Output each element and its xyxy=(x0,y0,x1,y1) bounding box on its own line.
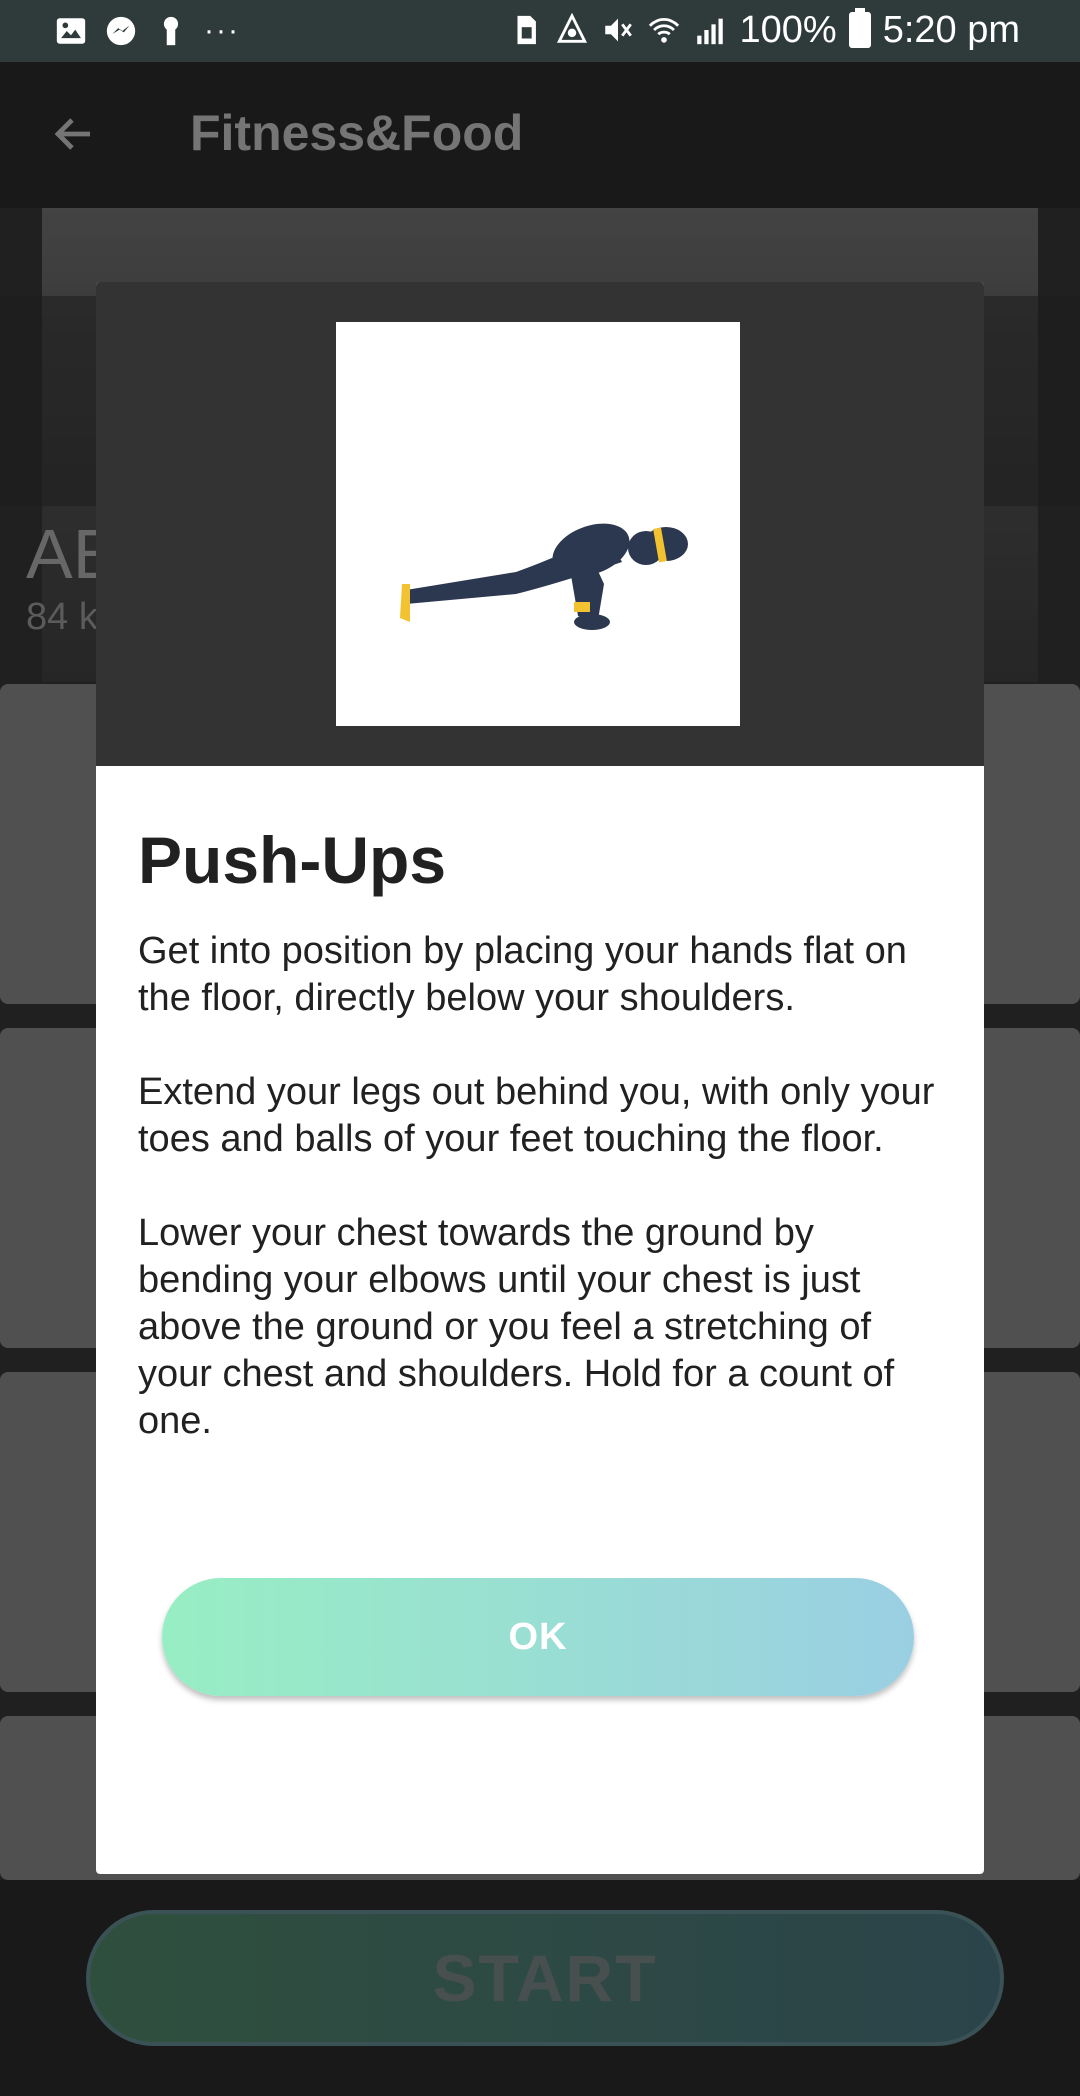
instruction-paragraph: Get into position by placing your hands … xyxy=(138,930,907,1019)
dialog-header xyxy=(96,282,984,766)
status-bar: ··· 100% 5:20 pm xyxy=(0,0,1080,62)
ok-button[interactable]: OK xyxy=(162,1578,914,1696)
instruction-paragraph: Lower your chest towards the ground by b… xyxy=(138,1212,895,1442)
signal-icon xyxy=(697,18,724,45)
exercise-dialog: Push-Ups Get into position by placing yo… xyxy=(96,282,984,1874)
battery-icon xyxy=(848,8,871,48)
keyhole-icon xyxy=(163,16,179,46)
notification-icons: ··· xyxy=(54,12,240,50)
dialog-body: Get into position by placing your hands … xyxy=(138,928,948,1492)
mute-icon xyxy=(605,18,633,42)
gallery-icon xyxy=(56,18,86,44)
dialog-title: Push-Ups xyxy=(138,823,447,897)
data-saver-icon xyxy=(557,13,588,43)
overflow-dots: ··· xyxy=(204,14,240,47)
instruction-paragraph: Extend your legs out behind you, with on… xyxy=(138,1071,935,1160)
push-up-figure-icon xyxy=(400,523,688,630)
system-icons: 100% 5:20 pm xyxy=(509,8,1020,52)
wifi-icon xyxy=(649,17,680,43)
sim-icon xyxy=(517,15,537,45)
clock: 5:20 pm xyxy=(882,8,1020,51)
battery-percent: 100% xyxy=(739,8,837,51)
exercise-illustration xyxy=(336,322,740,726)
messenger-icon xyxy=(106,16,136,46)
